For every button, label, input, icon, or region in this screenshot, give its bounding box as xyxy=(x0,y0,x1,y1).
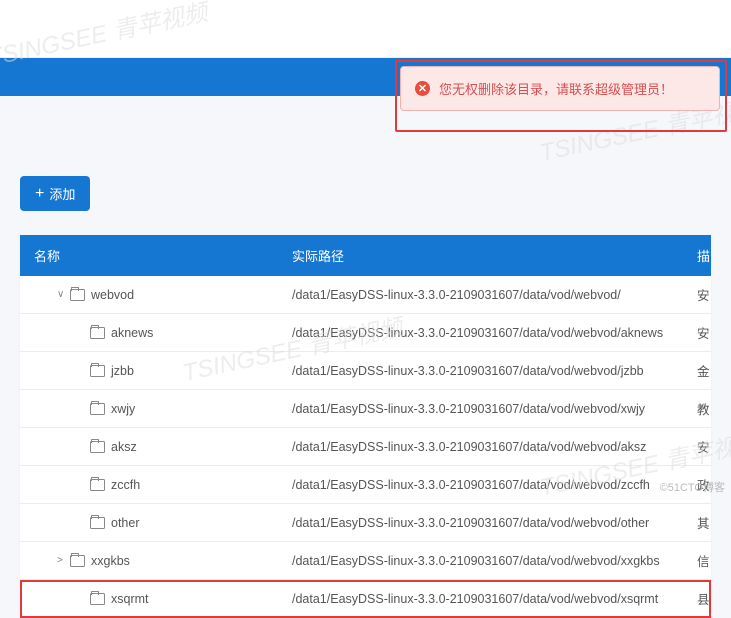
tree-cell: zccfh xyxy=(34,478,264,492)
folder-icon xyxy=(70,289,85,301)
row-name: other xyxy=(111,516,140,530)
row-path: /data1/EasyDSS-linux-3.3.0-2109031607/da… xyxy=(278,390,683,428)
folder-icon xyxy=(90,517,105,529)
tree-cell: > xxgkbs xyxy=(34,554,264,568)
add-button[interactable]: + 添加 xyxy=(20,176,90,211)
table-row[interactable]: xsqrmt/data1/EasyDSS-linux-3.3.0-2109031… xyxy=(20,580,711,618)
table-row[interactable]: jzbb/data1/EasyDSS-linux-3.3.0-210903160… xyxy=(20,352,711,390)
row-path: /data1/EasyDSS-linux-3.3.0-2109031607/da… xyxy=(278,314,683,352)
folder-icon xyxy=(90,327,105,339)
row-name: zccfh xyxy=(111,478,140,492)
row-desc: 安 xyxy=(683,314,711,352)
error-alert: ✕ 您无权删除该目录，请联系超级管理员！ xyxy=(400,66,720,111)
table-row[interactable]: ∨ webvod/data1/EasyDSS-linux-3.3.0-210903… xyxy=(20,276,711,314)
chevron-down-icon[interactable]: ∨ xyxy=(57,289,67,300)
folder-icon xyxy=(90,441,105,453)
row-desc: 信 xyxy=(683,542,711,580)
tree-cell: ∨ webvod xyxy=(34,288,264,302)
attribution: ©51CTO博客 xyxy=(660,479,725,495)
row-desc: 金 xyxy=(683,352,711,390)
error-icon: ✕ xyxy=(415,81,430,96)
add-label: 添加 xyxy=(49,184,75,203)
tree-cell: other xyxy=(34,516,264,530)
row-name: xxgkbs xyxy=(91,554,130,568)
folder-icon xyxy=(90,593,105,605)
table-header-row: 名称 实际路径 描 xyxy=(20,235,711,276)
chevron-right-icon[interactable]: > xyxy=(57,555,67,566)
main-content: + 添加 名称 实际路径 描 ∨ webvod/data1/EasyDSS-lin… xyxy=(0,176,731,618)
table-row[interactable]: aksz/data1/EasyDSS-linux-3.3.0-210903160… xyxy=(20,428,711,466)
col-name: 名称 xyxy=(20,235,278,276)
tree-cell: aknews xyxy=(34,326,264,340)
directory-table: 名称 实际路径 描 ∨ webvod/data1/EasyDSS-linux-3.… xyxy=(20,235,711,618)
folder-icon xyxy=(90,365,105,377)
row-name: jzbb xyxy=(111,364,134,378)
row-path: /data1/EasyDSS-linux-3.3.0-2109031607/da… xyxy=(278,428,683,466)
row-desc: 安 xyxy=(683,276,711,314)
row-path: /data1/EasyDSS-linux-3.3.0-2109031607/da… xyxy=(278,542,683,580)
row-name: aksz xyxy=(111,440,137,454)
table-row[interactable]: other/data1/EasyDSS-linux-3.3.0-21090316… xyxy=(20,504,711,542)
alert-text: 您无权删除该目录，请联系超级管理员！ xyxy=(439,79,673,98)
row-name: xsqrmt xyxy=(111,592,149,606)
row-desc: 安 xyxy=(683,428,711,466)
row-name: aknews xyxy=(111,326,153,340)
tree-cell: aksz xyxy=(34,440,264,454)
tree-cell: xwjy xyxy=(34,402,264,416)
tree-cell: xsqrmt xyxy=(34,592,264,606)
row-path: /data1/EasyDSS-linux-3.3.0-2109031607/da… xyxy=(278,352,683,390)
folder-icon xyxy=(90,403,105,415)
table-row[interactable]: xwjy/data1/EasyDSS-linux-3.3.0-210903160… xyxy=(20,390,711,428)
row-name: xwjy xyxy=(111,402,135,416)
tree-cell: jzbb xyxy=(34,364,264,378)
row-path: /data1/EasyDSS-linux-3.3.0-2109031607/da… xyxy=(278,466,683,504)
col-desc: 描 xyxy=(683,235,711,276)
top-header xyxy=(0,0,731,58)
table-row[interactable]: zccfh/data1/EasyDSS-linux-3.3.0-21090316… xyxy=(20,466,711,504)
row-path: /data1/EasyDSS-linux-3.3.0-2109031607/da… xyxy=(278,504,683,542)
row-desc: 县 xyxy=(683,580,711,618)
row-name: webvod xyxy=(91,288,134,302)
row-path: /data1/EasyDSS-linux-3.3.0-2109031607/da… xyxy=(278,276,683,314)
folder-icon xyxy=(90,479,105,491)
folder-icon xyxy=(70,555,85,567)
plus-icon: + xyxy=(35,187,44,200)
table-row[interactable]: aknews/data1/EasyDSS-linux-3.3.0-2109031… xyxy=(20,314,711,352)
row-desc: 其 xyxy=(683,504,711,542)
col-path: 实际路径 xyxy=(278,235,683,276)
table-row[interactable]: > xxgkbs/data1/EasyDSS-linux-3.3.0-210903… xyxy=(20,542,711,580)
row-path: /data1/EasyDSS-linux-3.3.0-2109031607/da… xyxy=(278,580,683,618)
row-desc: 教 xyxy=(683,390,711,428)
